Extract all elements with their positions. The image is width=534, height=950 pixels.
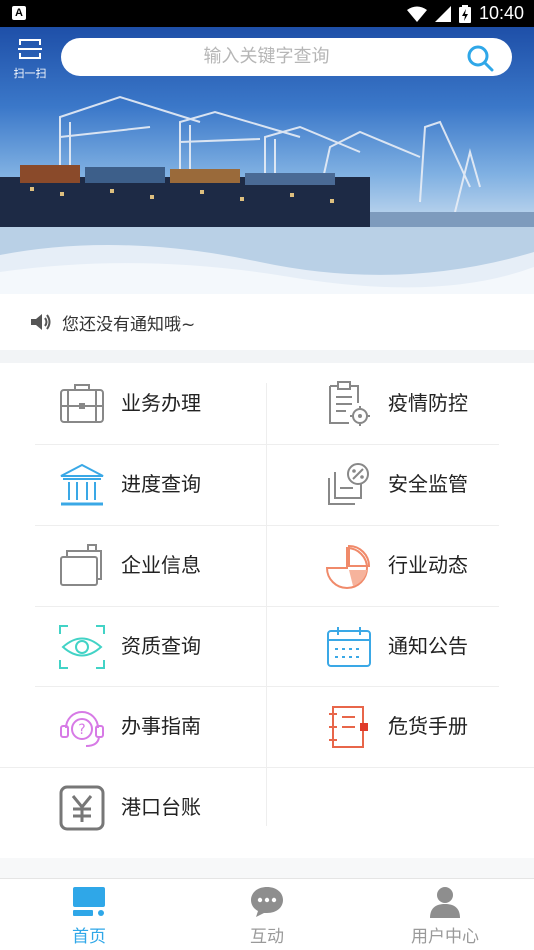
menu-label: 通知公告: [388, 634, 468, 658]
user-icon: [430, 887, 460, 918]
divider: [0, 350, 534, 363]
pie-chart-icon: [325, 544, 371, 589]
menu-item-company[interactable]: 企业信息: [0, 525, 267, 606]
status-bar: A 10:40: [0, 0, 534, 27]
tab-label: 首页: [72, 927, 106, 947]
headset-help-icon: ?: [60, 711, 104, 747]
wifi-icon: [406, 6, 427, 22]
menu-item-port-ledger[interactable]: 港口台账: [0, 767, 267, 848]
menu-label: 资质查询: [121, 634, 201, 658]
menu-label: 行业动态: [388, 553, 468, 577]
notice-text: 您还没有通知哦~: [62, 314, 196, 335]
clipboard-gear-icon: [329, 381, 370, 426]
menu-item-guide[interactable]: ? 办事指南: [0, 686, 267, 767]
signal-icon: [434, 5, 451, 22]
tab-home[interactable]: 首页: [0, 879, 178, 950]
app-notification-icon: A: [12, 6, 26, 20]
menu-label: 安全监管: [388, 472, 468, 496]
scan-button[interactable]: 扫一扫: [10, 38, 50, 82]
tab-label: 互动: [250, 927, 284, 947]
menu-label: 危货手册: [388, 714, 468, 738]
clock: 10:40: [478, 3, 524, 23]
home-screen-icon: [73, 887, 105, 916]
menu-item-business[interactable]: 业务办理: [0, 363, 267, 444]
folder-stack-icon: [60, 544, 102, 586]
menu-label: 企业信息: [121, 553, 201, 577]
percent-document-icon: [328, 463, 369, 505]
menu-item-epidemic[interactable]: 疫情防控: [267, 363, 534, 444]
tab-user-center[interactable]: 用户中心: [356, 879, 534, 950]
menu-item-industry-news[interactable]: 行业动态: [267, 525, 534, 606]
bank-building-icon: [60, 463, 104, 506]
hero-banner: 扫一扫 输入关键字查询: [0, 27, 534, 294]
search-icon[interactable]: [466, 44, 494, 72]
menu-label: 进度查询: [121, 472, 201, 496]
scan-label: 扫一扫: [13, 67, 47, 80]
menu-label: 办事指南: [121, 714, 201, 738]
menu-item-progress[interactable]: 进度查询: [0, 444, 267, 525]
bottom-nav: 首页 互动 用户中心: [0, 878, 534, 950]
menu-item-qualification[interactable]: 资质查询: [0, 606, 267, 687]
speaker-icon: [31, 314, 51, 330]
menu-item-announcements[interactable]: 通知公告: [267, 606, 534, 687]
manual-list-icon: [329, 706, 368, 748]
chat-bubble-icon: [251, 887, 283, 917]
tab-interaction[interactable]: 互动: [178, 879, 356, 950]
tab-label: 用户中心: [411, 927, 479, 947]
search-placeholder: 输入关键字查询: [203, 46, 330, 67]
menu-label: 港口台账: [121, 795, 201, 819]
battery-icon: [458, 4, 471, 23]
briefcase-icon: [60, 384, 104, 423]
notice-bar[interactable]: 您还没有通知哦~: [0, 294, 534, 350]
svg-text:?: ?: [78, 722, 85, 738]
calendar-board-icon: [327, 627, 371, 667]
menu-item-safety[interactable]: 安全监管: [267, 444, 534, 525]
eye-scan-icon: [59, 625, 105, 669]
menu-label: 业务办理: [121, 391, 201, 415]
yuan-ledger-icon: [59, 785, 105, 831]
menu-label: 疫情防控: [388, 391, 468, 415]
divider: [0, 858, 534, 878]
search-input[interactable]: 输入关键字查询: [61, 38, 512, 76]
scan-icon: [18, 39, 42, 59]
menu-item-hazmat-manual[interactable]: 危货手册: [267, 686, 534, 767]
